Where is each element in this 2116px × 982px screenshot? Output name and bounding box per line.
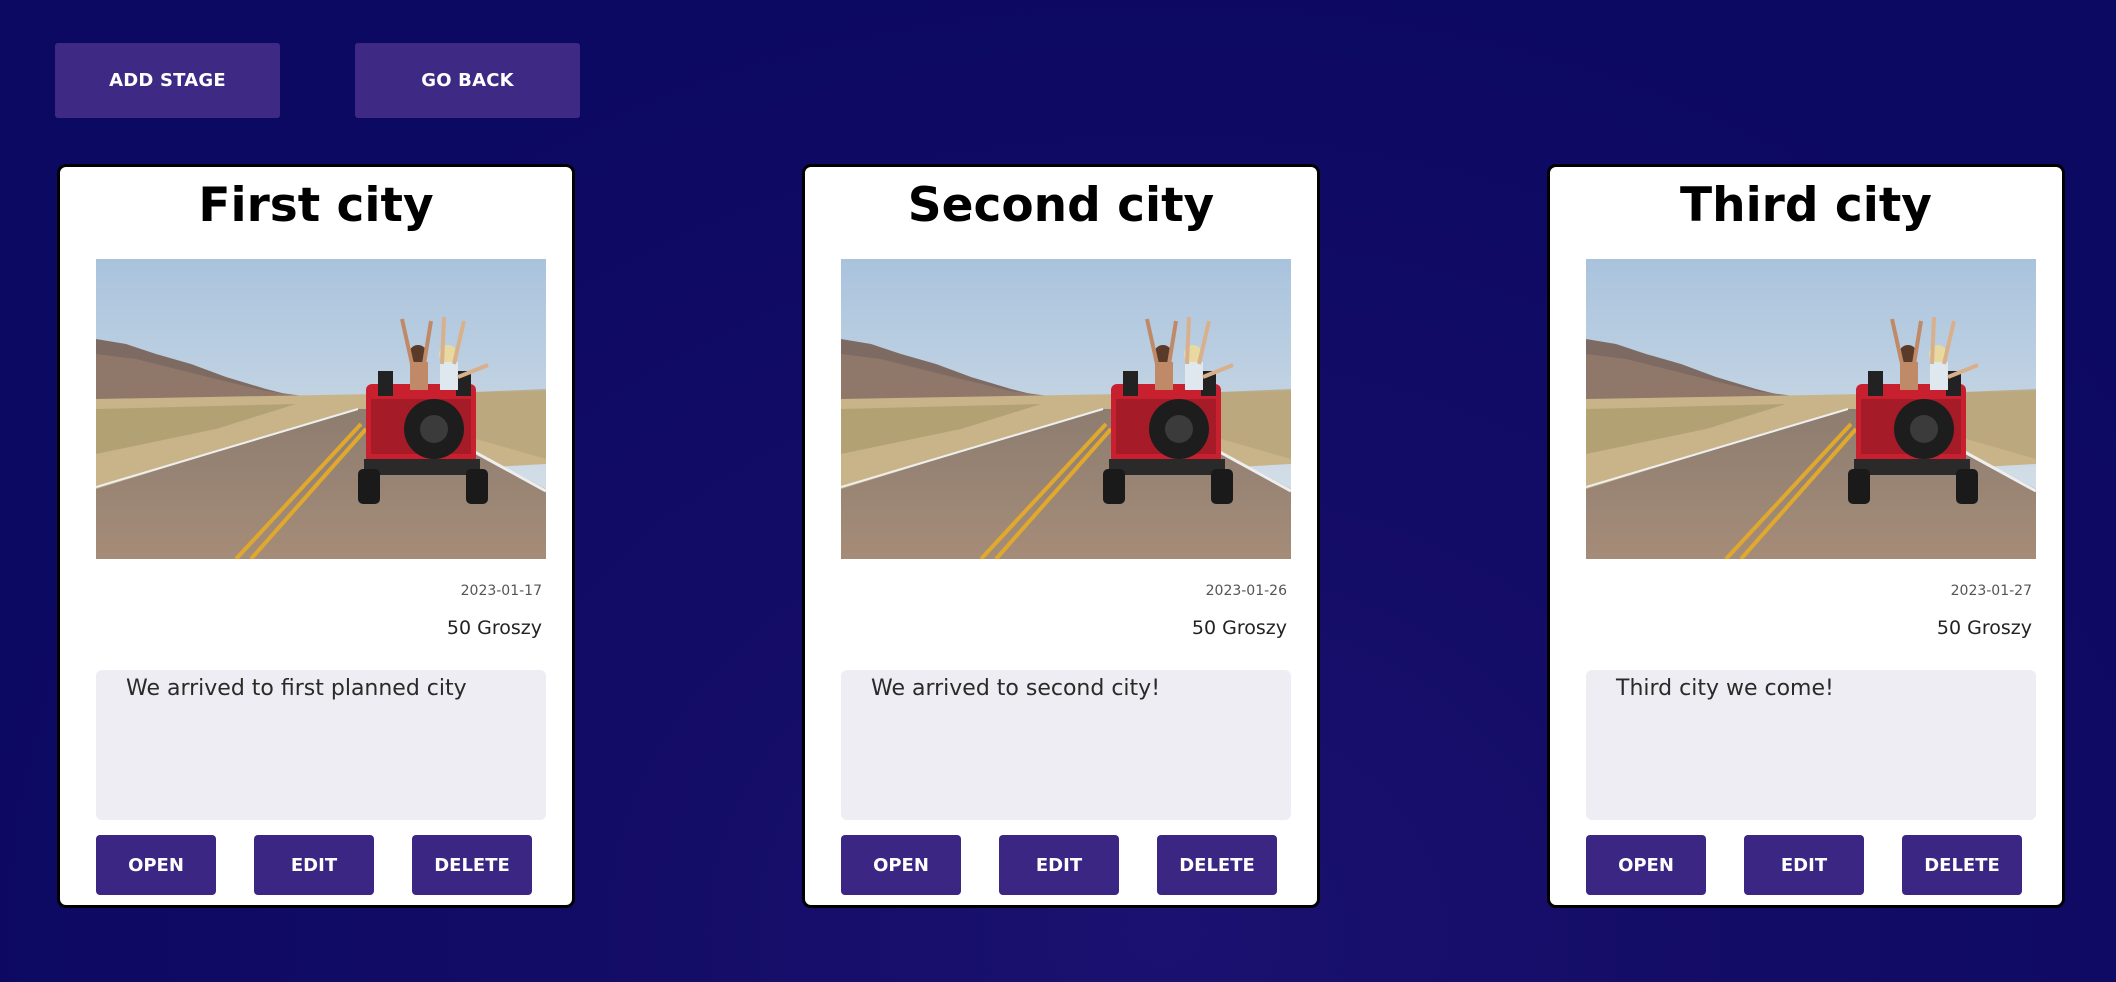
stage-card: Second city 2023-01-26 50 Groszy We arri… xyxy=(802,164,1320,908)
stage-price: 50 Groszy xyxy=(446,617,542,639)
edit-button[interactable]: EDIT xyxy=(999,835,1119,895)
go-back-button[interactable]: GO BACK xyxy=(355,43,580,118)
stage-card: First city 2023-01-17 50 Groszy We arriv… xyxy=(57,164,575,908)
stage-price: 50 Groszy xyxy=(1936,617,2032,639)
stage-description: We arrived to first planned city xyxy=(96,670,546,820)
stage-description: We arrived to second city! xyxy=(841,670,1291,820)
stage-price: 50 Groszy xyxy=(1191,617,1287,639)
stage-title: Second city xyxy=(907,178,1215,233)
stage-date: 2023-01-27 xyxy=(1950,583,2032,599)
add-stage-button[interactable]: ADD STAGE xyxy=(55,43,280,118)
stage-date: 2023-01-26 xyxy=(1205,583,1287,599)
edit-button[interactable]: EDIT xyxy=(1744,835,1864,895)
stage-title: Third city xyxy=(1680,178,1932,233)
stage-description: Third city we come! xyxy=(1586,670,2036,820)
delete-button[interactable]: DELETE xyxy=(412,835,532,895)
stage-date: 2023-01-17 xyxy=(460,583,542,599)
edit-button[interactable]: EDIT xyxy=(254,835,374,895)
stage-photo xyxy=(96,259,546,559)
open-button[interactable]: OPEN xyxy=(841,835,961,895)
stage-card: Third city 2023-01-27 50 Groszy Third ci… xyxy=(1547,164,2065,908)
delete-button[interactable]: DELETE xyxy=(1902,835,2022,895)
stage-photo xyxy=(841,259,1291,559)
delete-button[interactable]: DELETE xyxy=(1157,835,1277,895)
open-button[interactable]: OPEN xyxy=(96,835,216,895)
stage-title: First city xyxy=(198,178,434,233)
stage-photo xyxy=(1586,259,2036,559)
open-button[interactable]: OPEN xyxy=(1586,835,1706,895)
